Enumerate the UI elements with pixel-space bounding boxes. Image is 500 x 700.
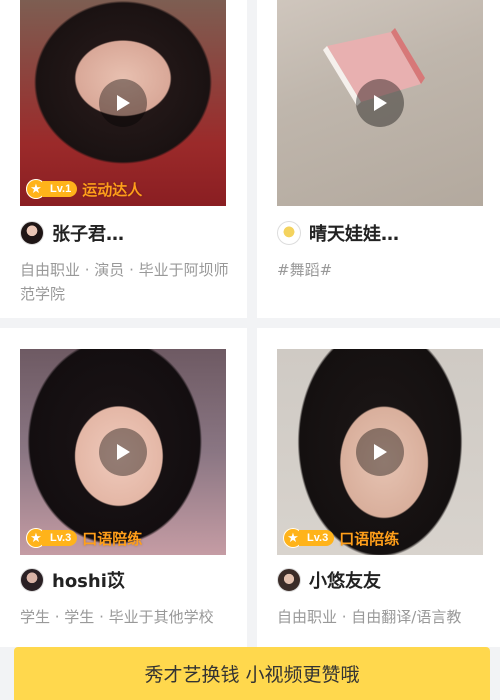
video-card-1[interactable]: ★ Lv.1 运动达人 张子君… 自由职业 · 演员 · 毕业于阿坝师范学院: [0, 0, 247, 318]
play-button[interactable]: [99, 79, 147, 127]
user-description: #舞蹈#: [277, 261, 333, 279]
video-card-2[interactable]: 晴天娃娃… #舞蹈#: [257, 0, 500, 318]
video-card-3[interactable]: ★ Lv.3 口语陪练 hoshi苡 学生 · 学生 · 毕业于其他学校: [0, 328, 247, 647]
level-label: Lv.1: [42, 181, 78, 197]
play-button[interactable]: [356, 79, 404, 127]
avatar[interactable]: [20, 221, 44, 245]
user-name[interactable]: 张子君…: [52, 220, 124, 246]
user-description: 学生 · 学生 · 毕业于其他学校: [20, 608, 214, 626]
play-icon: [117, 444, 130, 460]
user-name[interactable]: 小悠友友: [309, 567, 381, 593]
user-row[interactable]: 小悠友友: [277, 566, 381, 594]
video-thumbnail[interactable]: [277, 0, 483, 206]
level-badge: ★ Lv.3 口语陪练: [26, 527, 142, 549]
talent-tag: 口语陪练: [339, 529, 400, 548]
avatar[interactable]: [20, 568, 44, 592]
user-row[interactable]: hoshi苡: [20, 566, 125, 594]
play-icon: [374, 95, 387, 111]
user-row[interactable]: 晴天娃娃…: [277, 219, 399, 247]
user-description: 自由职业 · 演员 · 毕业于阿坝师范学院: [20, 261, 229, 303]
talent-tag: 运动达人: [82, 180, 143, 199]
talent-tag: 口语陪练: [82, 529, 143, 548]
upload-talent-banner[interactable]: 秀才艺换钱 小视频更赞哦: [14, 647, 490, 700]
level-badge: ★ Lv.3 口语陪练: [283, 527, 399, 549]
user-description: 自由职业 · 自由翻译/语言教: [277, 608, 462, 626]
user-name[interactable]: hoshi苡: [52, 567, 125, 593]
level-label: Lv.3: [42, 530, 78, 546]
video-card-4[interactable]: ★ Lv.3 口语陪练 小悠友友 自由职业 · 自由翻译/语言教: [257, 328, 500, 647]
video-thumbnail[interactable]: ★ Lv.3 口语陪练: [20, 349, 226, 555]
play-button[interactable]: [356, 428, 404, 476]
video-thumbnail[interactable]: ★ Lv.1 运动达人: [20, 0, 226, 206]
play-button[interactable]: [99, 428, 147, 476]
video-thumbnail[interactable]: ★ Lv.3 口语陪练: [277, 349, 483, 555]
play-icon: [374, 444, 387, 460]
avatar[interactable]: [277, 221, 301, 245]
level-label: Lv.3: [299, 530, 335, 546]
user-name[interactable]: 晴天娃娃…: [309, 220, 399, 246]
play-icon: [117, 95, 130, 111]
user-row[interactable]: 张子君…: [20, 219, 124, 247]
avatar[interactable]: [277, 568, 301, 592]
level-badge: ★ Lv.1 运动达人: [26, 178, 142, 200]
